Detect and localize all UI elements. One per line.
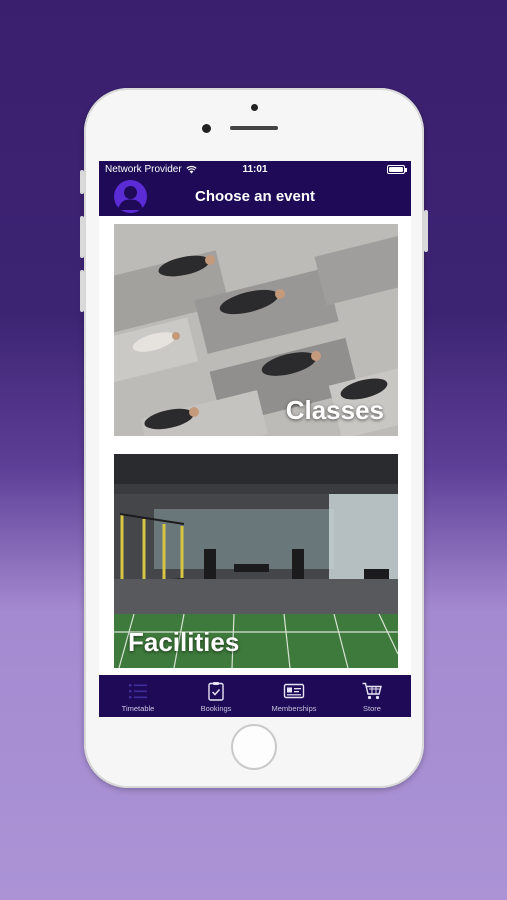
list-icon [129,684,147,699]
page-title: Choose an event [194,188,316,205]
mute-switch [80,170,84,194]
tab-timetable[interactable]: Timetable [99,675,177,717]
power-button [424,210,428,252]
bottom-tab-bar: Timetable Bookings Memberships Store [99,675,411,717]
status-time: 11:01 [242,164,268,175]
classes-label: Classes [285,395,384,425]
tab-store[interactable]: Store [333,675,411,717]
phone-frame: Network Provider 11:01 Choose an event C… [80,88,428,788]
earpiece-speaker [230,126,278,130]
battery-icon [387,165,407,174]
cart-icon [362,682,382,700]
tab-timetable-label: Timetable [121,704,155,713]
facilities-card[interactable]: Facilities [114,454,398,668]
event-list: Classes Facilities [99,216,411,676]
home-button[interactable] [231,724,277,770]
status-bar: Network Provider 11:01 [99,161,411,178]
clipboard-check-icon [208,682,224,701]
app-screen: Network Provider 11:01 Choose an event C… [99,161,411,717]
tab-bookings[interactable]: Bookings [177,675,255,717]
tab-store-label: Store [363,704,381,713]
facilities-label: Facilities [128,627,240,657]
volume-up-button [80,216,84,258]
proximity-sensor [251,104,258,111]
membership-card-icon [283,683,305,699]
classes-card[interactable]: Classes [114,224,398,436]
front-camera [202,124,211,133]
app-header: Choose an event [99,178,411,216]
tab-bookings-label: Bookings [200,704,232,713]
tab-memberships[interactable]: Memberships [255,675,333,717]
tab-memberships-label: Memberships [271,704,317,713]
volume-down-button [80,270,84,312]
